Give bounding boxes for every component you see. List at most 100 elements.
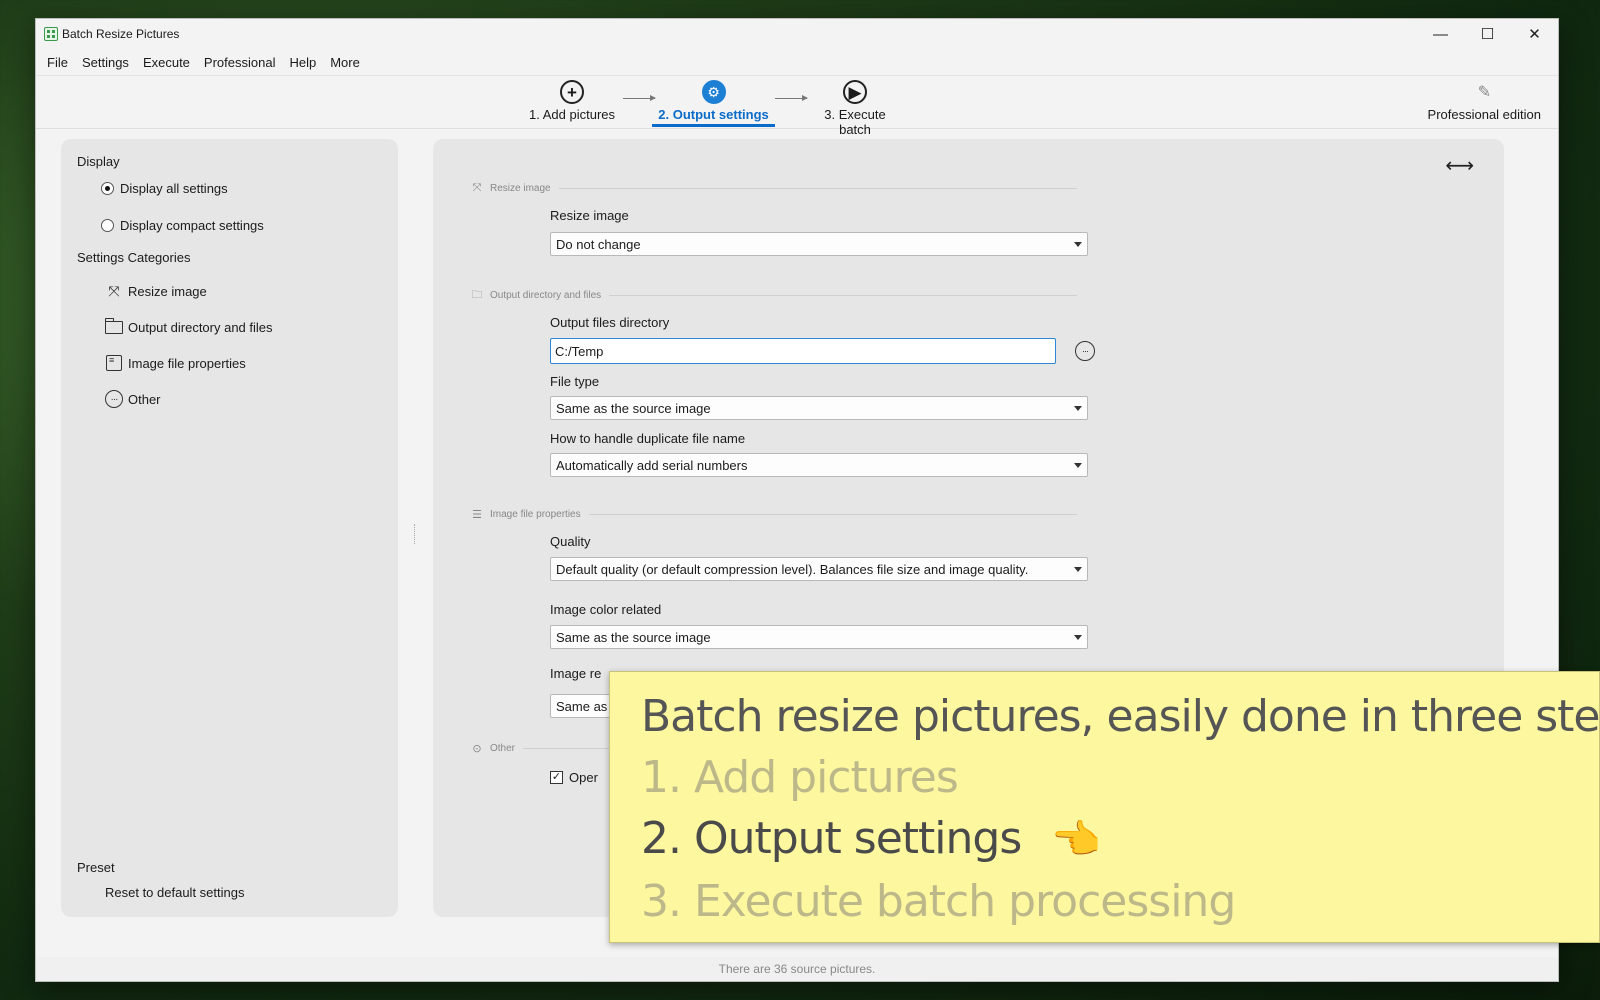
categories-section-title: Settings Categories [77,250,191,265]
checkbox[interactable]: ✓ [550,771,563,784]
category-other[interactable]: ··· Other [105,381,382,417]
gear-circle-icon: ⚙ [701,80,726,104]
step-label: 2. Output settings [658,107,769,122]
open-folder-checkbox-row[interactable]: ✓ Oper [550,770,598,785]
dropdown-value: Do not change [556,236,641,252]
category-output-directory[interactable]: Output directory and files [105,309,382,345]
category-label: Image file properties [128,355,246,371]
reset-default-button[interactable]: Reset to default settings [105,885,244,900]
play-circle-icon: ▶ [843,80,867,104]
chevron-down-icon [1074,462,1082,468]
output-dir-input[interactable]: C:/Temp [550,338,1056,364]
active-step-underline [652,124,775,127]
resize-icon: ⤧ [108,282,120,299]
category-image-file-properties[interactable]: ≡ Image file properties [105,345,382,381]
checkbox-label: Oper [569,770,598,785]
group-divider [609,294,1077,296]
dropdown-value: Same as the source image [556,400,711,416]
banner-step-2-row: 2. Output settings 👈 [641,808,1599,871]
professional-edition-label: Professional edition [1427,107,1541,122]
radio-button[interactable] [101,181,114,195]
list-icon: ≡ [105,354,123,372]
maximize-button[interactable]: ☐ [1464,19,1511,49]
category-label: Resize image [128,283,207,299]
step-bar: + 1. Add pictures ⚙ 2. Output settings ▶… [36,75,1558,137]
preset-title: Preset [77,860,115,875]
menu-execute[interactable]: Execute [136,55,197,70]
radio-display-compact[interactable]: Display compact settings [101,214,382,236]
title-bar: Batch Resize Pictures — ☐ ✕ [36,19,1558,49]
group-header-output: 🗀 Output directory and files [471,289,1077,301]
arrow-icon [623,95,656,101]
more-circle-icon: ⊙ [472,742,482,755]
browse-folder-button[interactable]: ··· [1075,341,1095,361]
image-re-label: Image re [550,666,602,681]
radio-display-all[interactable]: Display all settings [101,177,382,199]
group-title: Other [490,742,516,754]
group-title: Resize image [490,182,551,194]
step-execute-batch[interactable]: ▶ 3. Execute batch [807,80,903,137]
quality-dropdown[interactable]: Default quality (or default compression … [550,557,1088,581]
category-resize-image[interactable]: ⤧ Resize image [105,273,382,309]
quality-label: Quality [550,534,591,549]
chevron-down-icon [1074,405,1082,411]
chevron-down-icon [1074,241,1082,247]
list-icon: ☰ [472,508,482,521]
menu-settings[interactable]: Settings [75,55,136,70]
duplicate-name-dropdown[interactable]: Automatically add serial numbers [550,453,1088,477]
status-bar: There are 36 source pictures. [36,957,1558,981]
banner-step-1: 1. Add pictures [641,752,959,803]
more-circle-icon: ··· [105,390,123,408]
chevron-down-icon [1074,566,1082,572]
resize-icon: ⤧ [472,181,482,194]
radio-label: Display compact settings [120,217,264,233]
category-label: Other [128,391,161,407]
group-header-resize: ⤧ Resize image [471,182,1077,194]
radio-label: Display all settings [120,180,228,196]
banner-step-3: 3. Execute batch processing [641,876,1236,927]
folder-icon: 🗀 [471,288,483,301]
resize-image-label: Resize image [550,208,629,223]
image-color-dropdown[interactable]: Same as the source image [550,625,1088,649]
menu-file[interactable]: File [40,55,75,70]
category-label: Output directory and files [128,319,273,335]
group-header-properties: ☰ Image file properties [471,508,1077,521]
file-type-dropdown[interactable]: Same as the source image [550,396,1088,420]
plus-circle-icon: + [560,80,584,104]
promo-banner: Batch resize pictures, easily done in th… [609,671,1600,943]
file-type-label: File type [550,374,600,389]
menu-more[interactable]: More [323,55,367,70]
step-output-settings[interactable]: ⚙ 2. Output settings [652,80,775,127]
window-controls: — ☐ ✕ [1417,19,1558,49]
duplicate-name-label: How to handle duplicate file name [550,431,746,446]
folder-icon [105,317,123,336]
menu-professional[interactable]: Professional [197,55,283,70]
group-title: Image file properties [490,508,581,520]
pointing-hand-icon: 👈 [1051,817,1101,863]
step-add-pictures[interactable]: + 1. Add pictures [528,80,616,122]
settings-sidebar: Display Display all settings Display com… [61,139,398,917]
dropdown-value: Same as the source image [556,629,711,645]
panel-splitter[interactable] [414,524,416,544]
step-label: 3. Execute batch [824,107,886,137]
preset-section: Preset Reset to default settings [77,860,244,900]
arrow-icon [775,95,808,101]
expand-width-icon[interactable]: ⟷ [1445,153,1474,178]
group-title: Output directory and files [490,289,602,301]
display-section-title: Display [77,154,120,169]
dropdown-value: Same as [556,698,608,714]
step-label: 1. Add pictures [529,107,615,122]
window-title: Batch Resize Pictures [62,27,180,41]
dropdown-value: Default quality (or default compression … [556,561,1029,577]
image-color-label: Image color related [550,602,662,617]
menu-help[interactable]: Help [282,55,323,70]
professional-edition-button[interactable]: ✎ Professional edition [1428,82,1541,122]
minimize-button[interactable]: — [1417,19,1464,49]
radio-button[interactable] [101,218,114,232]
chevron-down-icon [1074,634,1082,640]
resize-image-dropdown[interactable]: Do not change [550,232,1088,256]
close-button[interactable]: ✕ [1511,19,1558,49]
dropdown-value: Automatically add serial numbers [556,457,748,473]
group-divider [558,187,1077,189]
app-logo-icon [44,27,58,41]
